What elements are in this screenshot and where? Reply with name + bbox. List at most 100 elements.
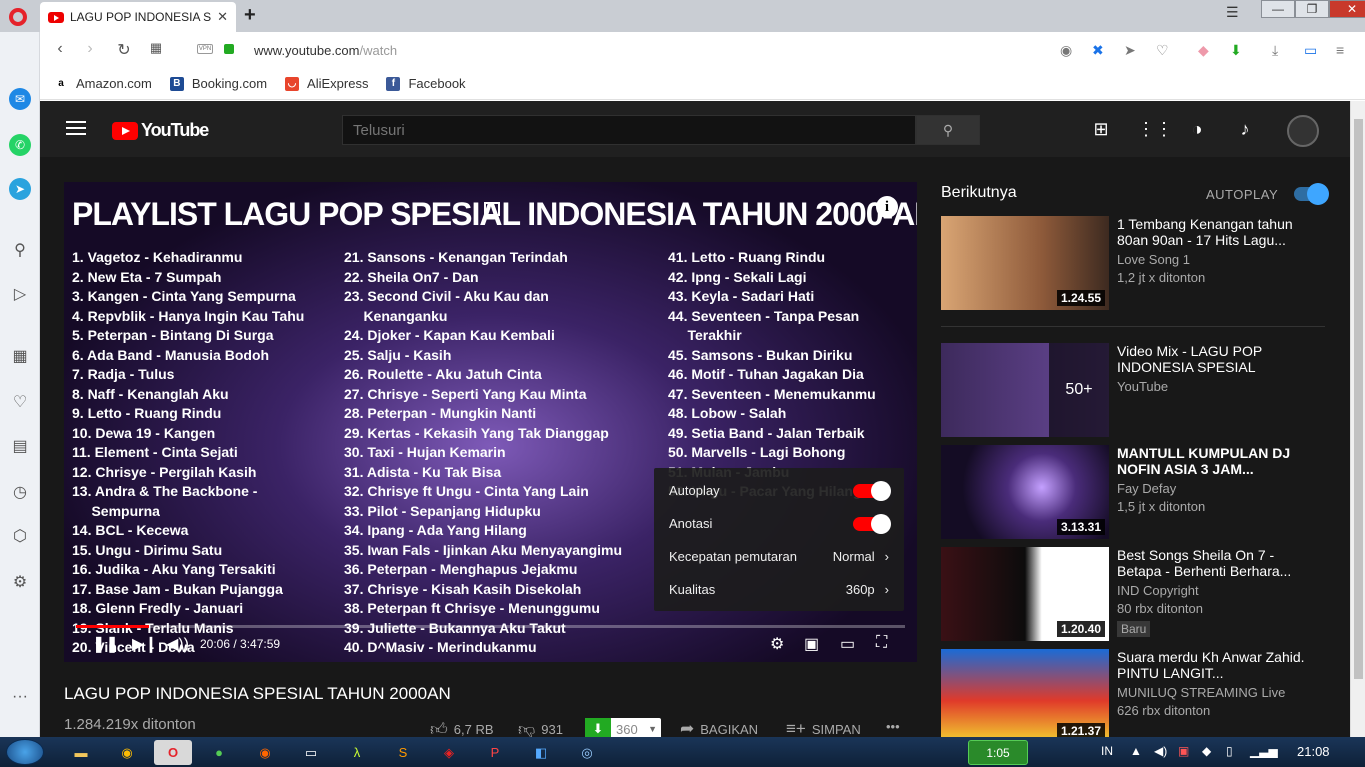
video-title[interactable]: MANTULL KUMPULAN DJ NOFIN ASIA 3 JAM... (1117, 445, 1317, 477)
extension-cube-icon[interactable]: ◆ (1198, 42, 1209, 59)
search-icon[interactable]: ⚲ (10, 240, 30, 260)
fullscreen-icon[interactable]: ⛶ (876, 634, 887, 652)
page-scrollbar[interactable] (1350, 101, 1365, 737)
signal-tray-icon[interactable]: ▁▃▅ (1250, 744, 1278, 758)
sublime-icon[interactable]: S (384, 740, 422, 765)
forward-icon[interactable]: › (74, 40, 106, 58)
p-app-icon[interactable]: P (476, 740, 514, 765)
send-icon[interactable]: ▷ (10, 284, 30, 304)
video-title[interactable]: Best Songs Sheila On 7 - Betapa - Berhen… (1117, 547, 1317, 579)
speed-dial-icon[interactable]: ▦ (10, 346, 30, 366)
bookmark-aliexpress[interactable]: ◡ AliExpress (285, 76, 368, 91)
create-video-icon[interactable]: ⊞ (1089, 119, 1113, 140)
camera-icon[interactable]: ◉ (1060, 42, 1072, 59)
adblock-icon[interactable]: ✖ (1092, 42, 1104, 59)
youtube-logo[interactable]: YouTube (112, 120, 209, 141)
reload-icon[interactable]: ↻ (108, 40, 140, 60)
tray-up-arrow-icon[interactable]: ▲ (1130, 744, 1142, 758)
more-icon[interactable]: ··· (10, 688, 30, 706)
file-explorer-icon[interactable]: ▬ (62, 740, 100, 765)
battery-tray-icon[interactable]: ▯ (1226, 744, 1233, 758)
dislike-button[interactable]: 👎︎ 931 (518, 719, 563, 737)
info-icon[interactable]: i (876, 196, 898, 218)
downloads-icon[interactable]: ⤓ (1272, 42, 1278, 59)
close-window-button[interactable]: ✕ (1329, 0, 1365, 18)
shield-app-icon[interactable]: ◈ (430, 740, 468, 765)
miniplayer-icon[interactable]: ▣ (804, 634, 819, 654)
video-player[interactable]: PLAYLIST LAGU POP SPESIAL INDONESIA TAHU… (64, 182, 917, 662)
pause-icon[interactable]: ❚❚ (92, 634, 119, 654)
back-icon[interactable]: ‹ (44, 40, 76, 58)
secure-lock-icon[interactable] (224, 44, 234, 54)
search-input[interactable] (342, 115, 916, 145)
minimize-button[interactable]: — (1261, 0, 1295, 18)
video-thumbnail[interactable]: 50+ (941, 343, 1109, 437)
annotations-toggle[interactable] (853, 513, 891, 534)
video-title[interactable]: 1 Tembang Kenangan tahun 80an 90an - 17 … (1117, 216, 1317, 248)
progress-bar[interactable] (76, 625, 905, 628)
search-button[interactable]: ⚲ (916, 115, 980, 145)
terminal-icon[interactable]: ▭ (292, 740, 330, 765)
menu-icon[interactable]: ≡ (1336, 42, 1344, 58)
channel-name[interactable]: Love Song 1 (1117, 252, 1190, 267)
opera-logo-icon[interactable] (9, 8, 27, 26)
send-icon[interactable]: ➤ (1124, 42, 1136, 59)
bookmark-booking[interactable]: B Booking.com (169, 76, 267, 91)
download-extension-icon[interactable]: ⬇ (1230, 42, 1242, 59)
heart-bookmark-icon[interactable]: ♡ (1156, 42, 1169, 59)
settings-annotations[interactable]: Anotasi (654, 507, 904, 540)
video-thumbnail[interactable]: 1.20.40 (941, 547, 1109, 641)
browser-tab-youtube[interactable]: LAGU POP INDONESIA SPES ✕ (40, 2, 236, 32)
settings-autoplay[interactable]: Autoplay (654, 474, 904, 507)
video-title[interactable]: Suara merdu Kh Anwar Zahid. PINTU LANGIT… (1117, 649, 1317, 681)
tab-close-icon[interactable]: ✕ (217, 9, 228, 25)
theater-mode-icon[interactable]: ▭ (840, 634, 855, 654)
notifications-bell-icon[interactable]: ♪ (1233, 119, 1257, 140)
messenger-icon[interactable]: ✉ (9, 88, 31, 110)
channel-name[interactable]: MUNILUQ STREAMING Live (1117, 685, 1285, 700)
like-button[interactable]: 👍︎ 6,7 RB (430, 719, 494, 737)
avatar[interactable] (1287, 115, 1319, 147)
extensions-cube-icon[interactable]: ⬡ (10, 526, 30, 546)
settings-gear-icon[interactable]: ⚙ (770, 634, 784, 654)
scrollbar-thumb[interactable] (1354, 119, 1363, 679)
telegram-icon[interactable]: ➤ (9, 178, 31, 200)
settings-speed[interactable]: Kecepatan pemutaran Normal › (654, 540, 904, 573)
recommended-video[interactable]: 1.24.55 1 Tembang Kenangan tahun 80an 90… (941, 216, 1325, 310)
new-tab-button[interactable]: + (244, 4, 256, 27)
recommended-mix[interactable]: 50+ Video Mix - LAGU POP INDONESIA SPESI… (941, 343, 1325, 437)
easy-setup-icon[interactable]: ☰ (1226, 4, 1239, 21)
battery-saver-icon[interactable]: ▭ (1304, 42, 1317, 59)
maximize-button[interactable]: ❐ (1295, 0, 1329, 18)
channel-name[interactable]: YouTube (1117, 379, 1168, 394)
more-actions-button[interactable]: ••• (886, 719, 900, 734)
dropbox-tray-icon[interactable]: ◆ (1202, 744, 1211, 758)
outlook-icon[interactable]: ◧ (522, 740, 560, 765)
video-thumbnail[interactable]: 3.13.31 (941, 445, 1109, 539)
messages-icon[interactable]: ◑ (1185, 119, 1209, 140)
autoplay-toggle-knob[interactable] (1307, 183, 1329, 205)
video-title[interactable]: Video Mix - LAGU POP INDONESIA SPESIAL T… (1117, 343, 1317, 375)
globe-app-icon[interactable]: ● (200, 740, 238, 765)
network-app-icon[interactable]: ◎ (568, 740, 606, 765)
volume-tray-icon[interactable]: ◀) (1154, 744, 1167, 758)
recommended-video[interactable]: 1.21.37 Suara merdu Kh Anwar Zahid. PINT… (941, 649, 1325, 737)
network-tray-icon[interactable]: ▣ (1178, 744, 1189, 758)
chrome-icon[interactable]: ◉ (108, 740, 146, 765)
volume-icon[interactable]: ◀)) (166, 634, 189, 654)
video-thumbnail[interactable]: 1.21.37 (941, 649, 1109, 737)
bookmark-amazon[interactable]: a Amazon.com (54, 76, 152, 91)
bookmark-facebook[interactable]: f Facebook (386, 76, 466, 91)
video-thumbnail[interactable]: 1.24.55 (941, 216, 1109, 310)
heart-icon[interactable]: ♡ (10, 392, 30, 412)
url-field[interactable]: www.youtube.com/watch (254, 43, 397, 58)
recommended-video[interactable]: 1.20.40 Best Songs Sheila On 7 - Betapa … (941, 547, 1325, 641)
next-icon[interactable]: ▶❙ (132, 634, 158, 654)
channel-name[interactable]: IND Copyright (1117, 583, 1199, 598)
history-icon[interactable]: ◷ (10, 482, 30, 502)
channel-name[interactable]: Fay Defay (1117, 481, 1176, 496)
language-indicator[interactable]: IN (1101, 744, 1113, 758)
lambda-app-icon[interactable]: λ (338, 740, 376, 765)
settings-quality[interactable]: Kualitas 360p › (654, 573, 904, 606)
settings-gear-icon[interactable]: ⚙ (10, 572, 30, 592)
